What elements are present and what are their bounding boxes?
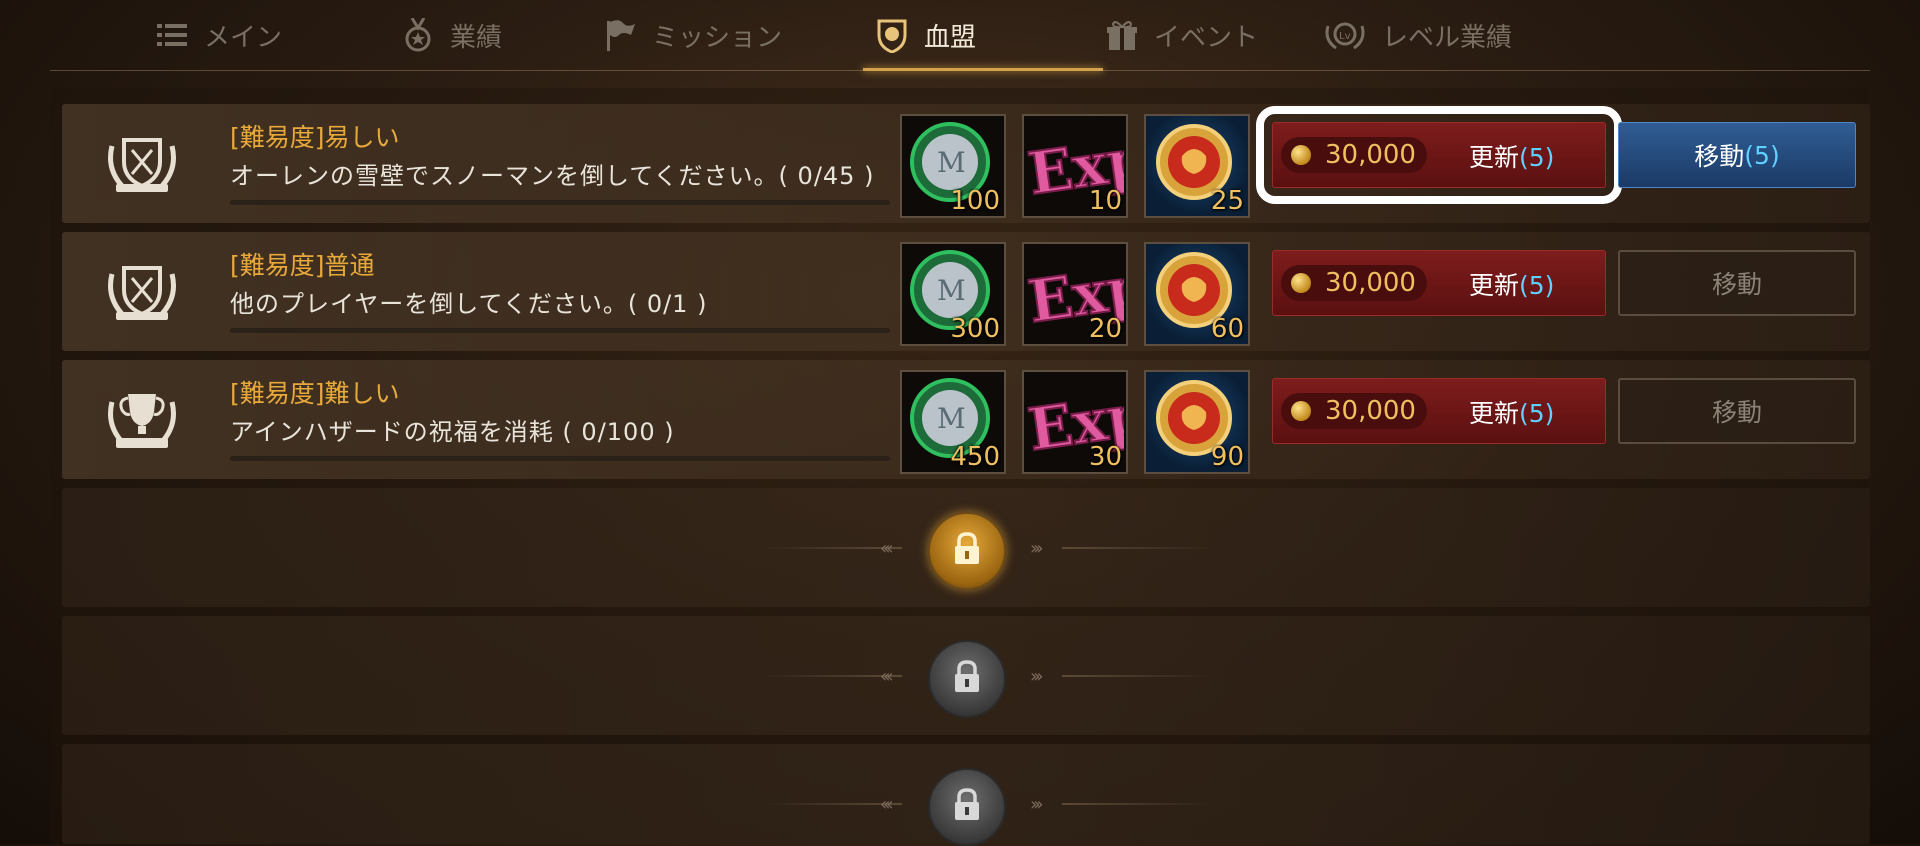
reward-quantity: 30 (1088, 442, 1122, 472)
level-laurel-icon: Lv (1322, 17, 1368, 53)
mission-row: [難易度]易しい オーレンの雪壁でスノーマンを倒してください。( 0/45 ) … (62, 104, 1870, 223)
locked-mission-slot: ‹‹‹ ››› (62, 488, 1870, 607)
reward-slot[interactable]: M 300 (900, 242, 1006, 346)
mission-progress-bar (230, 328, 890, 333)
locked-slot-button[interactable] (928, 768, 1006, 846)
mission-description: アインハザードの祝福を消耗 ( 0/100 ) (230, 418, 675, 446)
reward-quantity: 100 (950, 186, 1000, 216)
chevron-right-icon: ››› (1030, 794, 1043, 815)
tab-label: 血盟 (924, 22, 977, 53)
refresh-label: 更新(5) (1469, 399, 1555, 428)
active-tab-indicator (863, 68, 1103, 71)
mission-progress-bar (230, 200, 890, 205)
reward-quantity: 20 (1088, 314, 1122, 344)
lock-icon (955, 532, 979, 564)
mission-difficulty-title: [難易度]易しい (230, 123, 400, 152)
refresh-cost: 30,000 (1281, 265, 1427, 301)
chevron-left-icon: ‹‹‹ (880, 794, 893, 815)
divider (1062, 547, 1212, 549)
reward-slot[interactable]: M 450 (900, 370, 1006, 474)
mission-progress-bar (230, 456, 890, 461)
medal-icon (400, 17, 436, 53)
tab-mission[interactable]: ミッション (602, 14, 782, 56)
gold-coin-icon (1291, 273, 1311, 293)
clan-shield-icon (874, 17, 910, 53)
lock-icon (955, 660, 979, 692)
reward-slot[interactable]: M 100 (900, 114, 1006, 218)
refresh-button[interactable]: 30,000 更新(5) (1272, 250, 1606, 316)
trophy-crest-icon (102, 382, 182, 458)
unlock-slot-button[interactable] (928, 512, 1006, 590)
chevron-right-icon: ››› (1030, 666, 1043, 687)
reward-quantity: 25 (1210, 186, 1244, 216)
reward-slot[interactable]: Exp 30 (1022, 370, 1153, 474)
clan-crest-icon (102, 126, 182, 202)
svg-text:Lv: Lv (1339, 31, 1351, 42)
chevron-right-icon: ››› (1030, 538, 1043, 559)
mission-row: [難易度]普通 他のプレイヤーを倒してください。( 0/1 ) M 300 Ex… (62, 232, 1870, 351)
gold-coin-icon (1291, 145, 1311, 165)
chevron-left-icon: ‹‹‹ (880, 666, 893, 687)
mission-row: [難易度]難しい アインハザードの祝福を消耗 ( 0/100 ) M 450 E… (62, 360, 1870, 479)
tab-label: 業績 (450, 22, 503, 53)
gold-coin-icon (1291, 401, 1311, 421)
gift-icon (1104, 17, 1140, 53)
list-icon (154, 17, 190, 53)
move-button[interactable]: 移動 (5) (1618, 122, 1856, 188)
divider (1062, 675, 1212, 677)
reward-slot[interactable]: 60 (1144, 242, 1250, 346)
locked-mission-slot: ‹‹‹ ››› (62, 744, 1870, 846)
tab-bar: メイン 業績 ミッション 血盟 イベント Lv レベル業績 (50, 0, 1870, 71)
svg-text:M: M (937, 402, 966, 435)
refresh-button[interactable]: 30,000 更新(5) (1272, 378, 1606, 444)
mission-difficulty-title: [難易度]難しい (230, 379, 400, 408)
chevron-left-icon: ‹‹‹ (880, 538, 893, 559)
svg-text:M: M (937, 146, 966, 179)
tab-level-achievements[interactable]: Lv レベル業績 (1322, 14, 1512, 56)
tab-label: イベント (1154, 22, 1259, 53)
tab-main[interactable]: メイン (154, 14, 282, 56)
move-button[interactable]: 移動 (1618, 250, 1856, 316)
mission-description: 他のプレイヤーを倒してください。( 0/1 ) (230, 290, 708, 318)
mission-difficulty-title: [難易度]普通 (230, 251, 375, 280)
reward-quantity: 90 (1210, 442, 1244, 472)
tab-achievements[interactable]: 業績 (400, 14, 502, 56)
reward-slot[interactable]: Exp 10 (1022, 114, 1153, 218)
reward-slot[interactable]: 25 (1144, 114, 1250, 218)
clan-crest-icon (102, 254, 182, 330)
refresh-label: 更新(5) (1469, 143, 1555, 172)
tab-label: レベル業績 (1382, 22, 1513, 53)
tab-event[interactable]: イベント (1104, 14, 1258, 56)
reward-slot[interactable]: Exp 20 (1022, 242, 1153, 346)
locked-mission-slot: ‹‹‹ ››› (62, 616, 1870, 735)
move-button[interactable]: 移動 (1618, 378, 1856, 444)
refresh-cost: 30,000 (1281, 137, 1427, 173)
locked-slot-button[interactable] (928, 640, 1006, 718)
reward-slot[interactable]: 90 (1144, 370, 1250, 474)
mission-description: オーレンの雪壁でスノーマンを倒してください。( 0/45 ) (230, 162, 875, 190)
reward-quantity: 60 (1210, 314, 1244, 344)
refresh-cost: 30,000 (1281, 393, 1427, 429)
reward-quantity: 10 (1088, 186, 1122, 216)
refresh-button[interactable]: 30,000 更新(5) (1256, 106, 1622, 204)
reward-quantity: 450 (950, 442, 1000, 472)
lock-icon (955, 788, 979, 820)
tab-label: ミッション (652, 22, 783, 53)
refresh-label: 更新(5) (1469, 271, 1555, 300)
flag-icon (602, 17, 638, 53)
divider (1062, 803, 1212, 805)
reward-quantity: 300 (950, 314, 1000, 344)
tab-label: メイン (204, 22, 283, 53)
svg-text:M: M (937, 274, 966, 307)
tab-clan[interactable]: 血盟 (874, 14, 976, 56)
